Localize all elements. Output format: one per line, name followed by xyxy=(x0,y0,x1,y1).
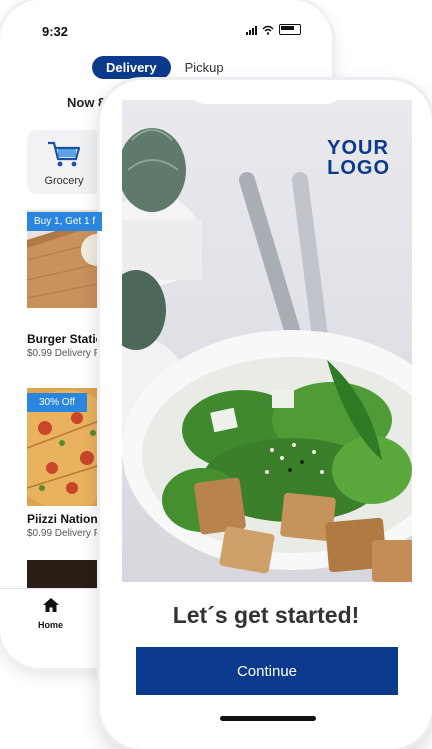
delivery-pickup-toggle[interactable]: Delivery Pickup xyxy=(92,56,230,79)
home-indicator[interactable] xyxy=(220,716,316,721)
pickup-option[interactable]: Pickup xyxy=(179,56,230,79)
promo-badge: 30% Off xyxy=(27,393,87,412)
delivery-option[interactable]: Delivery xyxy=(92,56,171,79)
category-label: Grocery xyxy=(44,175,84,187)
status-time: 9:32 xyxy=(42,24,69,39)
phone-notch xyxy=(108,0,240,28)
front-phone-screen: YOUR LOGO Let´s get started! Continue xyxy=(100,80,432,749)
signal-icon xyxy=(246,25,257,35)
brand-logo: YOUR LOGO xyxy=(327,138,390,178)
hero-food-image: YOUR LOGO xyxy=(122,100,412,582)
store-delivery-fee: $0.99 Delivery F xyxy=(27,528,100,539)
shopping-cart-icon xyxy=(48,141,81,167)
phone-notch xyxy=(188,80,344,104)
tab-home-label: Home xyxy=(38,620,64,630)
store-delivery-fee: $0.99 Delivery F xyxy=(27,348,100,359)
continue-button[interactable]: Continue xyxy=(136,647,398,695)
wifi-icon xyxy=(262,25,274,35)
promo-badge: Buy 1, Get 1 f xyxy=(27,212,103,231)
store-name[interactable]: Burger Statio xyxy=(27,332,103,346)
category-grocery[interactable]: Grocery xyxy=(27,130,101,194)
store-image-partial[interactable] xyxy=(27,560,107,588)
battery-icon xyxy=(279,24,301,35)
status-icons xyxy=(246,24,301,35)
store-name[interactable]: Piizzi Nation xyxy=(27,512,98,526)
tab-home[interactable]: Home xyxy=(38,597,63,630)
onboarding-headline: Let´s get started! xyxy=(172,602,360,628)
home-icon xyxy=(42,598,59,612)
logo-line-1: YOUR xyxy=(327,137,389,159)
logo-line-2: LOGO xyxy=(327,157,390,179)
